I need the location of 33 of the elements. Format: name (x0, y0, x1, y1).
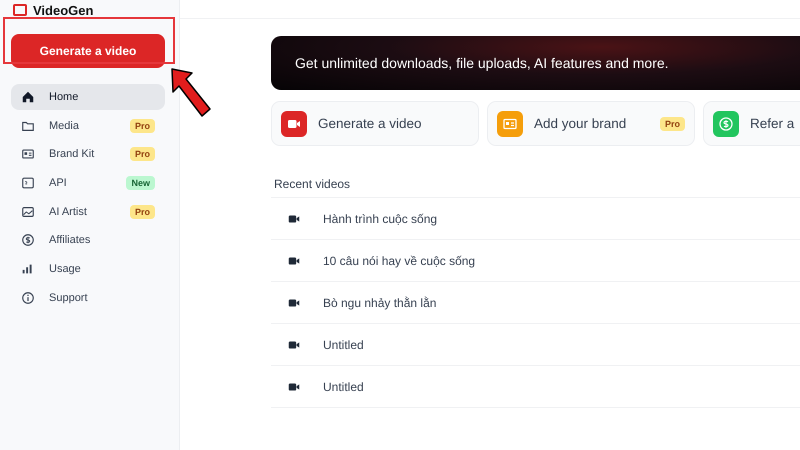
id-card-icon (21, 147, 35, 162)
sidebar-item[interactable]: AI Artist Pro (11, 198, 165, 225)
action-card[interactable]: Refer a (703, 101, 800, 146)
logo-text: VideoGen (33, 2, 94, 18)
generate-video-button[interactable]: Generate a video (11, 34, 165, 68)
sidebar-item[interactable]: Media Pro (11, 112, 165, 139)
pro-badge: Pro (130, 204, 155, 219)
image-icon (21, 204, 35, 219)
info-icon (21, 290, 35, 305)
new-badge: New (126, 176, 155, 190)
pointer-arrow (170, 67, 212, 119)
video-row[interactable]: 10 câu nói hay về cuộc sống (271, 239, 800, 281)
upgrade-banner[interactable]: Get unlimited downloads, file uploads, AI features and more. (271, 36, 800, 90)
video-row[interactable]: Hành trình cuộc sống (271, 197, 800, 239)
pro-badge: Pro (130, 147, 155, 162)
section-title: Recent videos (273, 177, 352, 193)
sidebar-item[interactable]: Brand Kit Pro (11, 141, 165, 168)
pro-badge: Pro (660, 116, 685, 130)
sidebar-item[interactable]: Usage (11, 256, 165, 282)
terminal-icon (21, 176, 35, 190)
sidebar-item[interactable]: Support (11, 284, 165, 311)
sidebar-item[interactable]: Home (11, 84, 165, 110)
video-row[interactable]: Bò ngu nhảy thằn lằn (271, 281, 800, 323)
pro-badge: Pro (130, 118, 155, 133)
video-row[interactable]: Untitled (271, 365, 800, 408)
home-icon (21, 90, 35, 104)
sidebar-item[interactable]: API New (11, 170, 165, 196)
dollar-icon (21, 233, 35, 248)
video-row[interactable]: Untitled (271, 323, 800, 365)
sidebar-item[interactable]: Affiliates (11, 227, 165, 254)
action-card[interactable]: Generate a video (271, 101, 479, 146)
logo-icon (13, 4, 27, 16)
action-card[interactable]: Add your brand Pro (487, 101, 695, 146)
